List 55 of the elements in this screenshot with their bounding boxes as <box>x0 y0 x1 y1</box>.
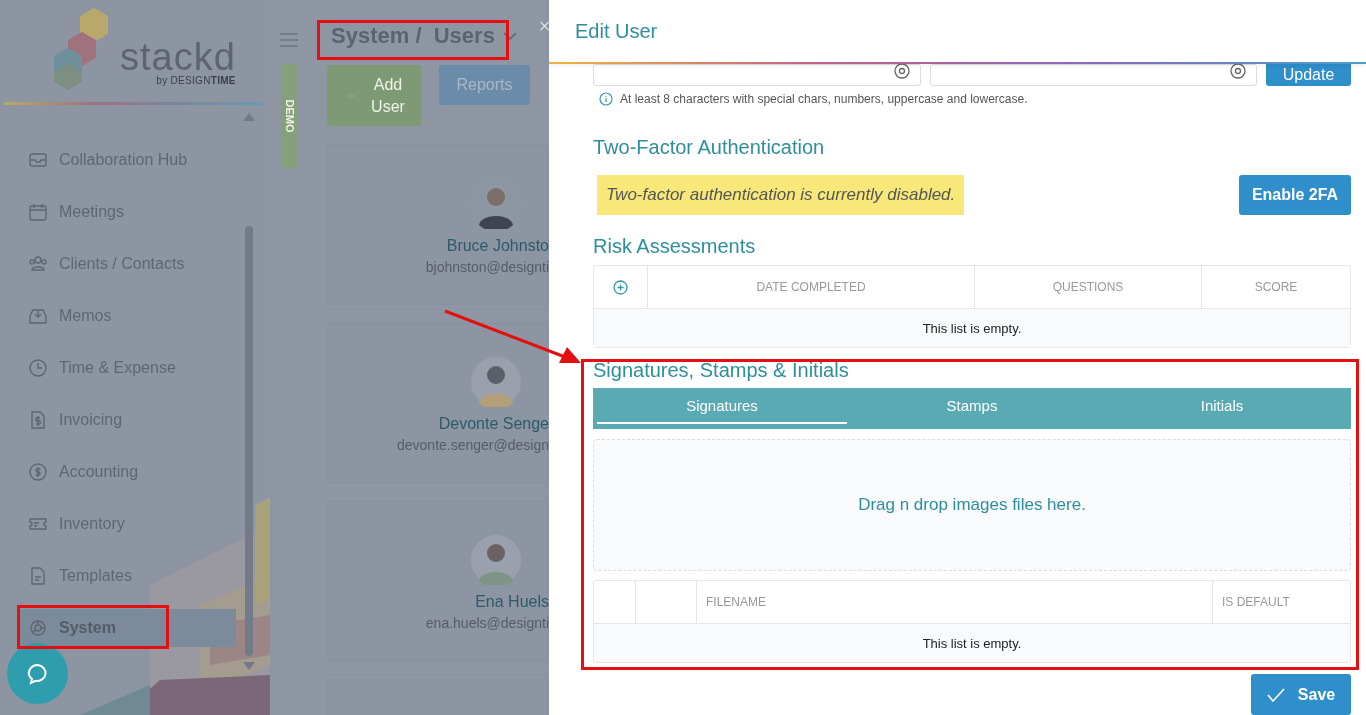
user-name[interactable]: Devonte Senge <box>438 415 549 433</box>
info-icon <box>599 92 613 106</box>
scrollbar-thumb[interactable] <box>245 226 253 656</box>
section-heading: Risk Assessments <box>593 235 757 258</box>
drop-zone[interactable]: Drag n drop images files here. <box>593 439 1351 571</box>
user-card[interactable]: Bruce Johnsto bjohnston@designti <box>327 145 549 305</box>
user-name[interactable]: Bruce Johnsto <box>446 237 549 255</box>
user-email: ena.huels@designti <box>425 615 549 631</box>
column-header[interactable]: DATE COMPLETED <box>756 280 866 294</box>
status-alert: Two-factor authentication is currently disabled. <box>597 175 965 215</box>
user-email: bjohnston@designti <box>425 259 549 275</box>
avatar-icon <box>471 357 521 407</box>
enable-2fa-button[interactable]: Enable 2FA <box>1239 175 1351 215</box>
section-heading: Two-Factor Authentication <box>593 136 826 159</box>
avatar-icon <box>471 535 521 585</box>
eye-icon[interactable] <box>1230 63 1247 79</box>
column-header[interactable]: IS DEFAULT <box>1222 595 1290 609</box>
tab[interactable]: Signatures <box>597 388 847 424</box>
checkmark-icon <box>1266 687 1285 702</box>
save-button[interactable]: Save <box>1251 674 1351 715</box>
menu-icon[interactable] <box>280 33 298 47</box>
tab[interactable]: Stamps <box>847 388 1097 424</box>
add-user-button[interactable]: Add User <box>327 65 421 126</box>
clock-icon <box>28 358 48 378</box>
logo-byline: by DESIGNTIME <box>156 75 236 86</box>
password-field[interactable] <box>593 64 921 86</box>
calendar-icon <box>28 202 48 222</box>
gear-icon <box>28 618 48 638</box>
people-icon <box>28 254 48 274</box>
add-circle-icon[interactable] <box>613 279 628 295</box>
inbox-icon <box>28 150 48 170</box>
column-header[interactable]: FILENAME <box>706 595 766 609</box>
column-header[interactable]: SCORE <box>1254 280 1298 294</box>
dollar-circle-icon <box>28 462 48 482</box>
password-confirmation-field[interactable] <box>929 64 1258 86</box>
update-button[interactable]: Update <box>1266 64 1351 86</box>
user-card[interactable]: Devonte Senge devonte.senger@design <box>327 323 549 483</box>
user-email: devonte.senger@design <box>397 437 549 453</box>
reports-button[interactable]: Reports <box>439 65 530 105</box>
tab[interactable]: Initials <box>1097 388 1347 424</box>
section-heading: Signatures, Stamps & Initials <box>593 359 850 382</box>
column-header[interactable]: QUESTIONS <box>1052 280 1124 294</box>
tray-download-icon <box>28 306 48 326</box>
eye-icon[interactable] <box>893 63 910 79</box>
user-card[interactable]: Ena Huels ena.huels@designti <box>327 501 549 661</box>
scroll-up-icon[interactable] <box>243 113 255 121</box>
password-hint: At least 8 characters with special chars, numbers, uppercase and lowercase. <box>620 92 1028 106</box>
drawer-title: Edit User <box>575 20 658 43</box>
dollar-document-icon <box>28 410 48 430</box>
scroll-down-icon[interactable] <box>243 662 255 670</box>
empty-message: This list is empty. <box>922 320 1022 336</box>
empty-message: This list is empty. <box>922 635 1022 651</box>
document-icon <box>28 566 48 586</box>
user-name[interactable]: Ena Huels <box>475 593 549 611</box>
chevron-down-icon <box>502 31 517 41</box>
